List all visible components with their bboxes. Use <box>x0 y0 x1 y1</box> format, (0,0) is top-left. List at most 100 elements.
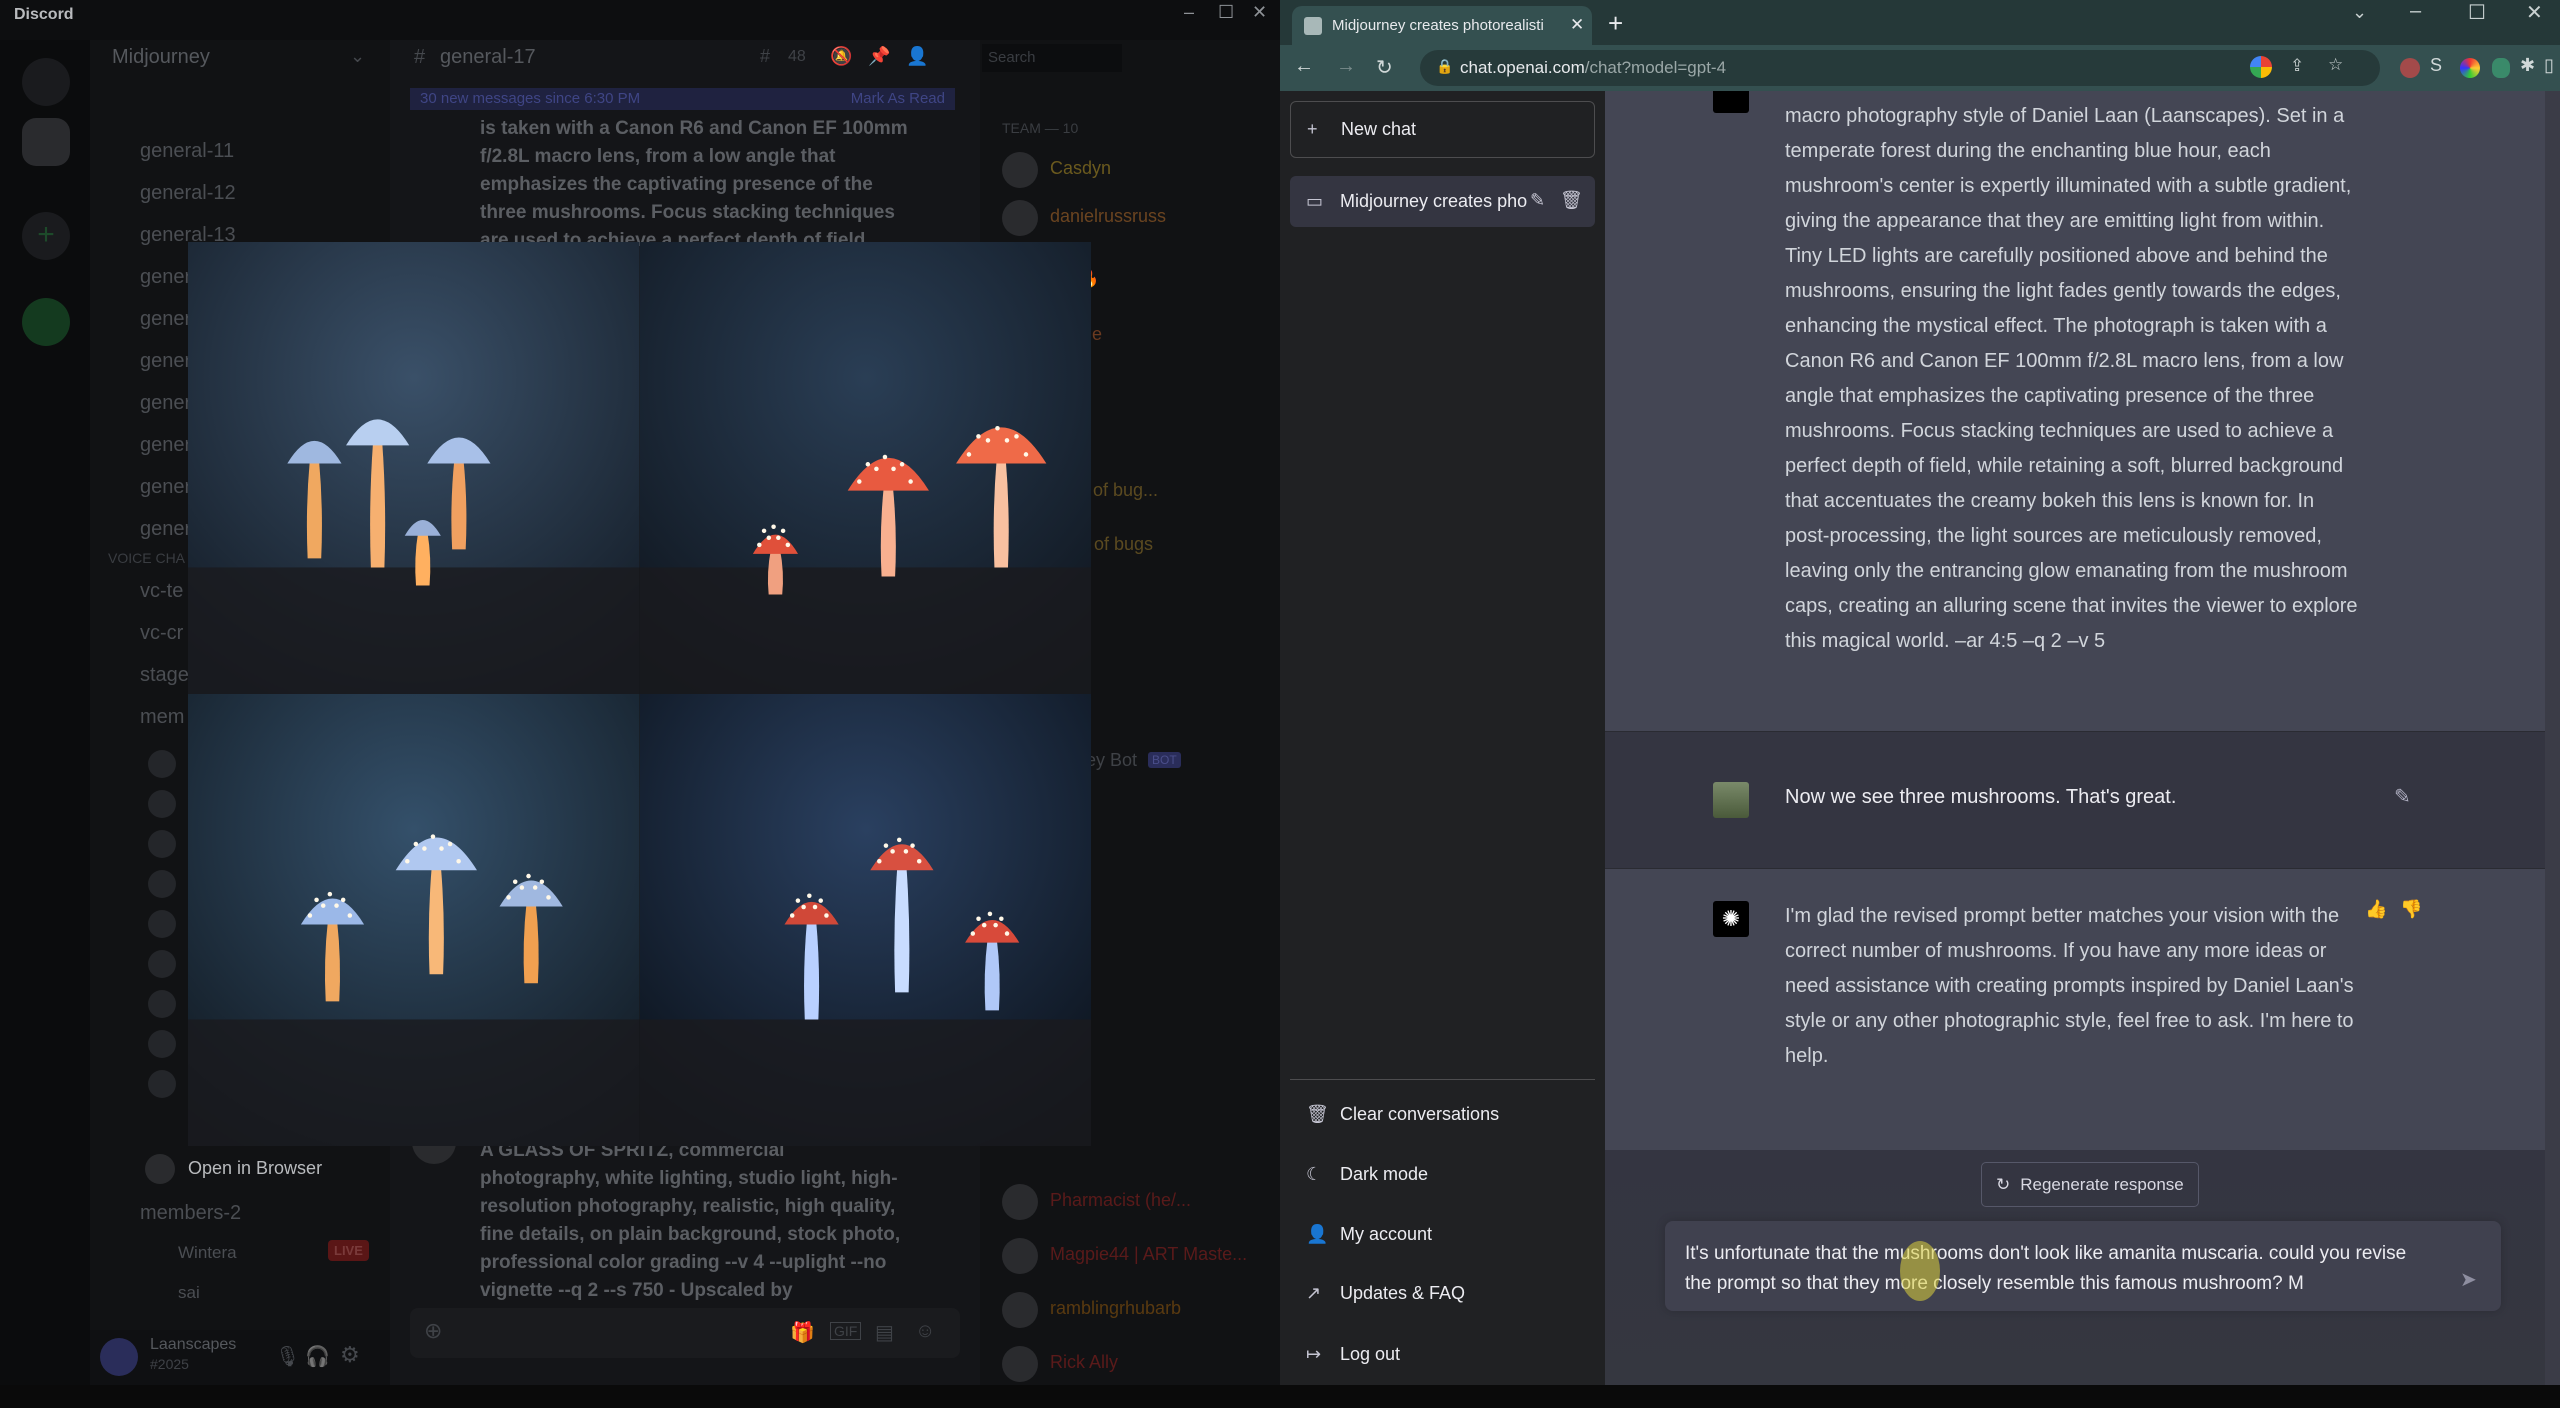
sticker-icon[interactable]: ▤ <box>875 1320 894 1345</box>
updates-faq-link[interactable]: ↗ Updates & FAQ <box>1290 1268 1595 1318</box>
new-chat-button[interactable]: + New chat <box>1290 101 1595 158</box>
browser-tab[interactable]: Midjourney creates photorealisti ✕ <box>1292 6 1592 46</box>
clear-conversations-button[interactable]: 🗑 Clear conversations <box>1290 1089 1595 1139</box>
conversation-item[interactable]: ▭ Midjourney creates pho ✎ 🗑 <box>1290 176 1595 227</box>
mushroom-image[interactable] <box>188 242 640 694</box>
settings-gear-icon[interactable]: ⚙ <box>340 1342 360 1368</box>
member-name[interactable]: Magpie44 | ART Maste... <box>1050 1244 1247 1265</box>
avatar[interactable] <box>1002 1292 1038 1328</box>
member-name[interactable]: ramblingrhubarb <box>1050 1298 1181 1319</box>
tab-search-icon[interactable]: ⌄ <box>2352 2 2367 23</box>
extensions-puzzle-icon[interactable]: ✱ <box>2520 55 2535 76</box>
member-name[interactable]: danielrussruss <box>1050 206 1166 227</box>
google-lens-icon[interactable] <box>2250 56 2272 78</box>
delete-trash-icon[interactable]: 🗑 <box>1560 190 1583 211</box>
add-attachment-icon[interactable]: ⊕ <box>424 1318 442 1344</box>
emoji-icon[interactable]: ☺ <box>915 1320 935 1343</box>
voice-user[interactable]: sai <box>178 1283 200 1303</box>
new-messages-banner[interactable]: 30 new messages since 6:30 PM Mark As Rea… <box>410 88 955 110</box>
avatar[interactable] <box>1002 200 1038 236</box>
minimize-icon[interactable]: – <box>1184 2 1194 23</box>
reload-icon[interactable]: ↻ <box>1376 55 1393 80</box>
dark-mode-button[interactable]: ☾ Dark mode <box>1290 1149 1595 1199</box>
edit-message-icon[interactable]: ✎ <box>2394 784 2411 809</box>
avatar[interactable] <box>148 750 176 778</box>
bookmark-star-icon[interactable]: ☆ <box>2328 55 2343 75</box>
message-line: macro photography style of Daniel Laan (… <box>1785 105 2345 127</box>
minimize-icon[interactable]: – <box>2410 0 2421 23</box>
close-window-icon[interactable]: ✕ <box>2526 0 2543 25</box>
open-in-browser-link[interactable]: Open in Browser <box>188 1158 322 1179</box>
extension-s-icon[interactable]: S <box>2430 55 2442 76</box>
voice-channel-item[interactable]: vc-te <box>140 580 183 603</box>
avatar[interactable] <box>148 1070 176 1098</box>
channel-members-2[interactable]: members-2 <box>140 1202 241 1225</box>
avatar[interactable] <box>148 870 176 898</box>
voice-user[interactable]: Wintera <box>178 1243 237 1263</box>
avatar[interactable] <box>148 830 176 858</box>
share-icon[interactable]: ⇪ <box>2290 56 2304 76</box>
message-input[interactable]: It's unfortunate that the mushrooms don'… <box>1665 1221 2501 1311</box>
scrollbar[interactable] <box>2545 91 2560 1385</box>
gif-icon[interactable]: GIF <box>830 1322 862 1340</box>
close-icon[interactable]: ✕ <box>1252 2 1267 23</box>
server-name[interactable]: Midjourney <box>112 46 210 69</box>
avatar[interactable] <box>1002 1346 1038 1382</box>
mute-icon[interactable]: 🔕 <box>830 46 852 67</box>
color-extension-icon[interactable] <box>2460 58 2480 78</box>
my-account-button[interactable]: 👤 My account <box>1290 1209 1595 1259</box>
thumbs-up-icon[interactable]: 👍 <box>2365 899 2387 920</box>
new-tab-icon[interactable]: + <box>1608 8 1623 39</box>
threads-icon[interactable]: # <box>760 46 770 67</box>
mushroom-image[interactable] <box>188 694 640 1146</box>
voice-channel-item[interactable]: stage <box>140 664 189 687</box>
message-input[interactable]: ⊕ 🎁 GIF ▤ ☺ <box>410 1308 960 1358</box>
close-tab-icon[interactable]: ✕ <box>1570 15 1584 35</box>
regenerate-response-button[interactable]: ↻ Regenerate response <box>1981 1162 2199 1207</box>
member-name[interactable]: Casdyn <box>1050 158 1111 179</box>
add-server-icon[interactable]: + <box>22 212 70 260</box>
midjourney-server-icon[interactable] <box>22 118 70 166</box>
avatar[interactable] <box>1002 152 1038 188</box>
chevron-down-icon[interactable]: ⌄ <box>350 46 365 67</box>
avatar[interactable] <box>148 950 176 978</box>
thumbs-down-icon[interactable]: 👎 <box>2400 899 2422 920</box>
discord-home-icon[interactable] <box>22 58 70 106</box>
shield-extension-icon[interactable] <box>2492 58 2510 78</box>
member-name[interactable]: Pharmacist (he/... <box>1050 1190 1191 1211</box>
gift-icon[interactable]: 🎁 <box>790 1320 815 1345</box>
mushroom-image-grid[interactable] <box>188 242 1091 1146</box>
pin-icon[interactable]: 📌 <box>868 46 890 67</box>
explore-icon[interactable] <box>22 298 70 346</box>
forward-icon[interactable]: → <box>1336 55 1356 78</box>
menu-label: Dark mode <box>1340 1163 1429 1184</box>
edit-pencil-icon[interactable]: ✎ <box>1530 190 1545 211</box>
avatar[interactable] <box>148 910 176 938</box>
search-input[interactable]: Search <box>982 44 1122 72</box>
extension-icon[interactable] <box>2400 58 2420 78</box>
side-panel-icon[interactable]: ▯ <box>2544 55 2554 76</box>
member-name[interactable]: Rick Ally <box>1050 1352 1118 1373</box>
voice-channel-item[interactable]: vc-cr <box>140 622 183 645</box>
maximize-icon[interactable]: ☐ <box>2468 0 2486 25</box>
mark-as-read-button[interactable]: Mark As Read <box>851 90 945 107</box>
address-bar[interactable]: 🔒 chat.openai.com/chat?model=gpt-4 ⇪ ☆ <box>1420 50 2380 86</box>
back-icon[interactable]: ← <box>1294 55 1314 78</box>
maximize-icon[interactable]: ☐ <box>1218 2 1234 23</box>
avatar[interactable] <box>148 1030 176 1058</box>
avatar[interactable] <box>1002 1238 1038 1274</box>
voice-channel-item[interactable]: mem <box>140 706 184 729</box>
channel-item[interactable]: general-11 <box>140 140 234 163</box>
send-icon[interactable]: ➤ <box>2460 1267 2477 1292</box>
avatar[interactable] <box>100 1338 138 1376</box>
avatar[interactable] <box>148 990 176 1018</box>
mushroom-image[interactable] <box>639 694 1092 1146</box>
channel-item[interactable]: general-12 <box>140 182 236 205</box>
log-out-button[interactable]: ↦ Log out <box>1290 1329 1595 1379</box>
mushroom-image[interactable] <box>639 242 1092 694</box>
microphone-icon[interactable]: 🎙 <box>275 1344 300 1369</box>
avatar[interactable] <box>148 790 176 818</box>
headphones-icon[interactable]: 🎧 <box>305 1344 330 1369</box>
avatar[interactable] <box>1002 1184 1038 1220</box>
members-icon[interactable]: 👤 <box>906 46 928 67</box>
